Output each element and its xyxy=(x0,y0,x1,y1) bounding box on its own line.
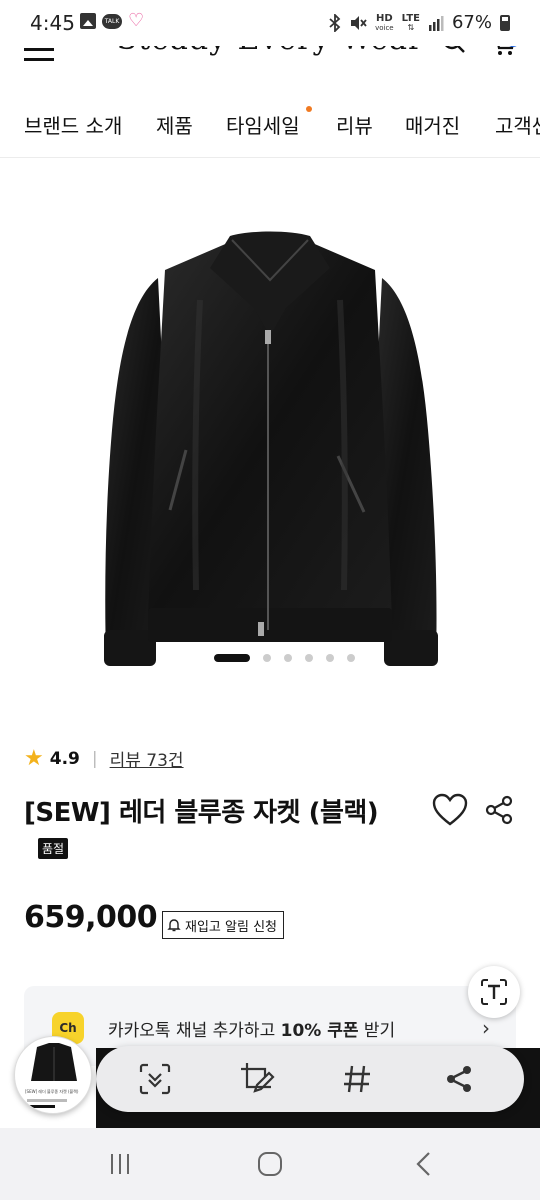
hashtag-icon xyxy=(344,1065,370,1093)
rating-value: 4.9 xyxy=(49,748,80,769)
home-icon xyxy=(258,1152,282,1176)
nav-item-magazine[interactable]: 매거진 xyxy=(405,110,460,139)
smart-select-icon xyxy=(139,1063,171,1095)
star-icon: ★ xyxy=(24,745,44,771)
heart-icon[interactable] xyxy=(432,793,468,827)
hashtag-button[interactable] xyxy=(338,1060,376,1098)
text-extract-icon xyxy=(481,979,507,1005)
extract-text-button[interactable] xyxy=(468,966,520,1018)
slider-dot[interactable] xyxy=(325,654,334,662)
thumbnail-caption: [SEW] 레더 블루종 자켓 (블랙) xyxy=(25,1089,79,1094)
system-status: HD voice LTE ⇅ 67% xyxy=(329,12,510,33)
edit-capture-button[interactable] xyxy=(238,1060,276,1098)
volte-indicator: HD voice xyxy=(375,12,394,32)
nav-item-reviews[interactable]: 리뷰 xyxy=(336,110,373,139)
restock-alert-button[interactable]: 재입고 알림 신청 xyxy=(162,911,284,939)
android-navigation-bar xyxy=(0,1128,540,1200)
gallery-notification-icon xyxy=(80,13,96,29)
rating-row: ★ 4.9 | 리뷰 73건 xyxy=(24,746,184,771)
jacket-thumbnail-image xyxy=(31,1043,77,1081)
nav-item-brand[interactable]: 브랜드 소개 xyxy=(24,110,122,139)
slider-dot[interactable] xyxy=(304,654,313,662)
divider: | xyxy=(91,748,98,769)
product-price: 659,000 xyxy=(24,900,158,935)
nav-item-timesale[interactable]: 타임세일 xyxy=(226,110,300,139)
soldout-badge: 품절 xyxy=(38,838,69,859)
slider-dot[interactable] xyxy=(262,654,271,662)
share-icon[interactable] xyxy=(484,795,514,825)
product-image[interactable] xyxy=(0,160,540,700)
nav-item-support[interactable]: 고객센터 xyxy=(495,110,540,139)
home-button[interactable] xyxy=(250,1148,290,1180)
thumbnail-text-line xyxy=(27,1099,67,1102)
mute-icon xyxy=(351,15,367,30)
battery-percent: 67% xyxy=(451,12,492,33)
slider-dot-active[interactable] xyxy=(213,654,250,662)
image-slider-dots[interactable] xyxy=(0,654,540,662)
nav-item-products[interactable]: 제품 xyxy=(156,110,193,139)
main-nav: 브랜드 소개 제품 타임세일 리뷰 매거진 고객센터 xyxy=(0,100,540,158)
notification-icons: TALK ♡ xyxy=(80,10,145,31)
smart-select-button[interactable] xyxy=(136,1060,174,1098)
kakaotalk-notification-icon: TALK xyxy=(102,13,122,29)
restock-label: 재입고 알림 신청 xyxy=(185,919,277,935)
review-count-link[interactable]: 리뷰 73건 xyxy=(110,746,184,771)
share-icon xyxy=(447,1066,471,1092)
leather-jacket-image xyxy=(104,231,438,666)
back-icon xyxy=(416,1152,430,1176)
thumbnail-text-line xyxy=(27,1105,55,1108)
product-title: [SEW] 레더 블루종 자켓 (블랙) xyxy=(24,798,379,828)
slider-dot[interactable] xyxy=(283,654,292,662)
back-button[interactable] xyxy=(404,1148,444,1180)
status-bar: 4:45 TALK ♡ HD voice LTE ⇅ 67% xyxy=(0,0,540,46)
lte-indicator: LTE ⇅ xyxy=(401,12,420,32)
bell-icon xyxy=(167,919,181,932)
battery-icon xyxy=(500,14,510,31)
status-time: 4:45 xyxy=(30,11,75,35)
capture-thumbnail[interactable]: [SEW] 레더 블루종 자켓 (블랙) xyxy=(14,1036,92,1114)
slider-dot[interactable] xyxy=(346,654,355,662)
recents-icon xyxy=(111,1154,129,1174)
share-capture-button[interactable] xyxy=(440,1060,478,1098)
kakao-banner-text: 카카오톡 채널 추가하고 10% 쿠폰 받기 xyxy=(108,1021,396,1041)
bluetooth-icon xyxy=(329,13,341,32)
heart-notification-icon: ♡ xyxy=(128,10,145,31)
recents-button[interactable] xyxy=(100,1148,140,1180)
capture-toolbar xyxy=(96,1046,524,1112)
nav-new-dot xyxy=(306,106,312,112)
chevron-right-icon: › xyxy=(482,1016,490,1040)
signal-icon xyxy=(428,15,444,31)
edit-capture-icon xyxy=(241,1063,275,1093)
